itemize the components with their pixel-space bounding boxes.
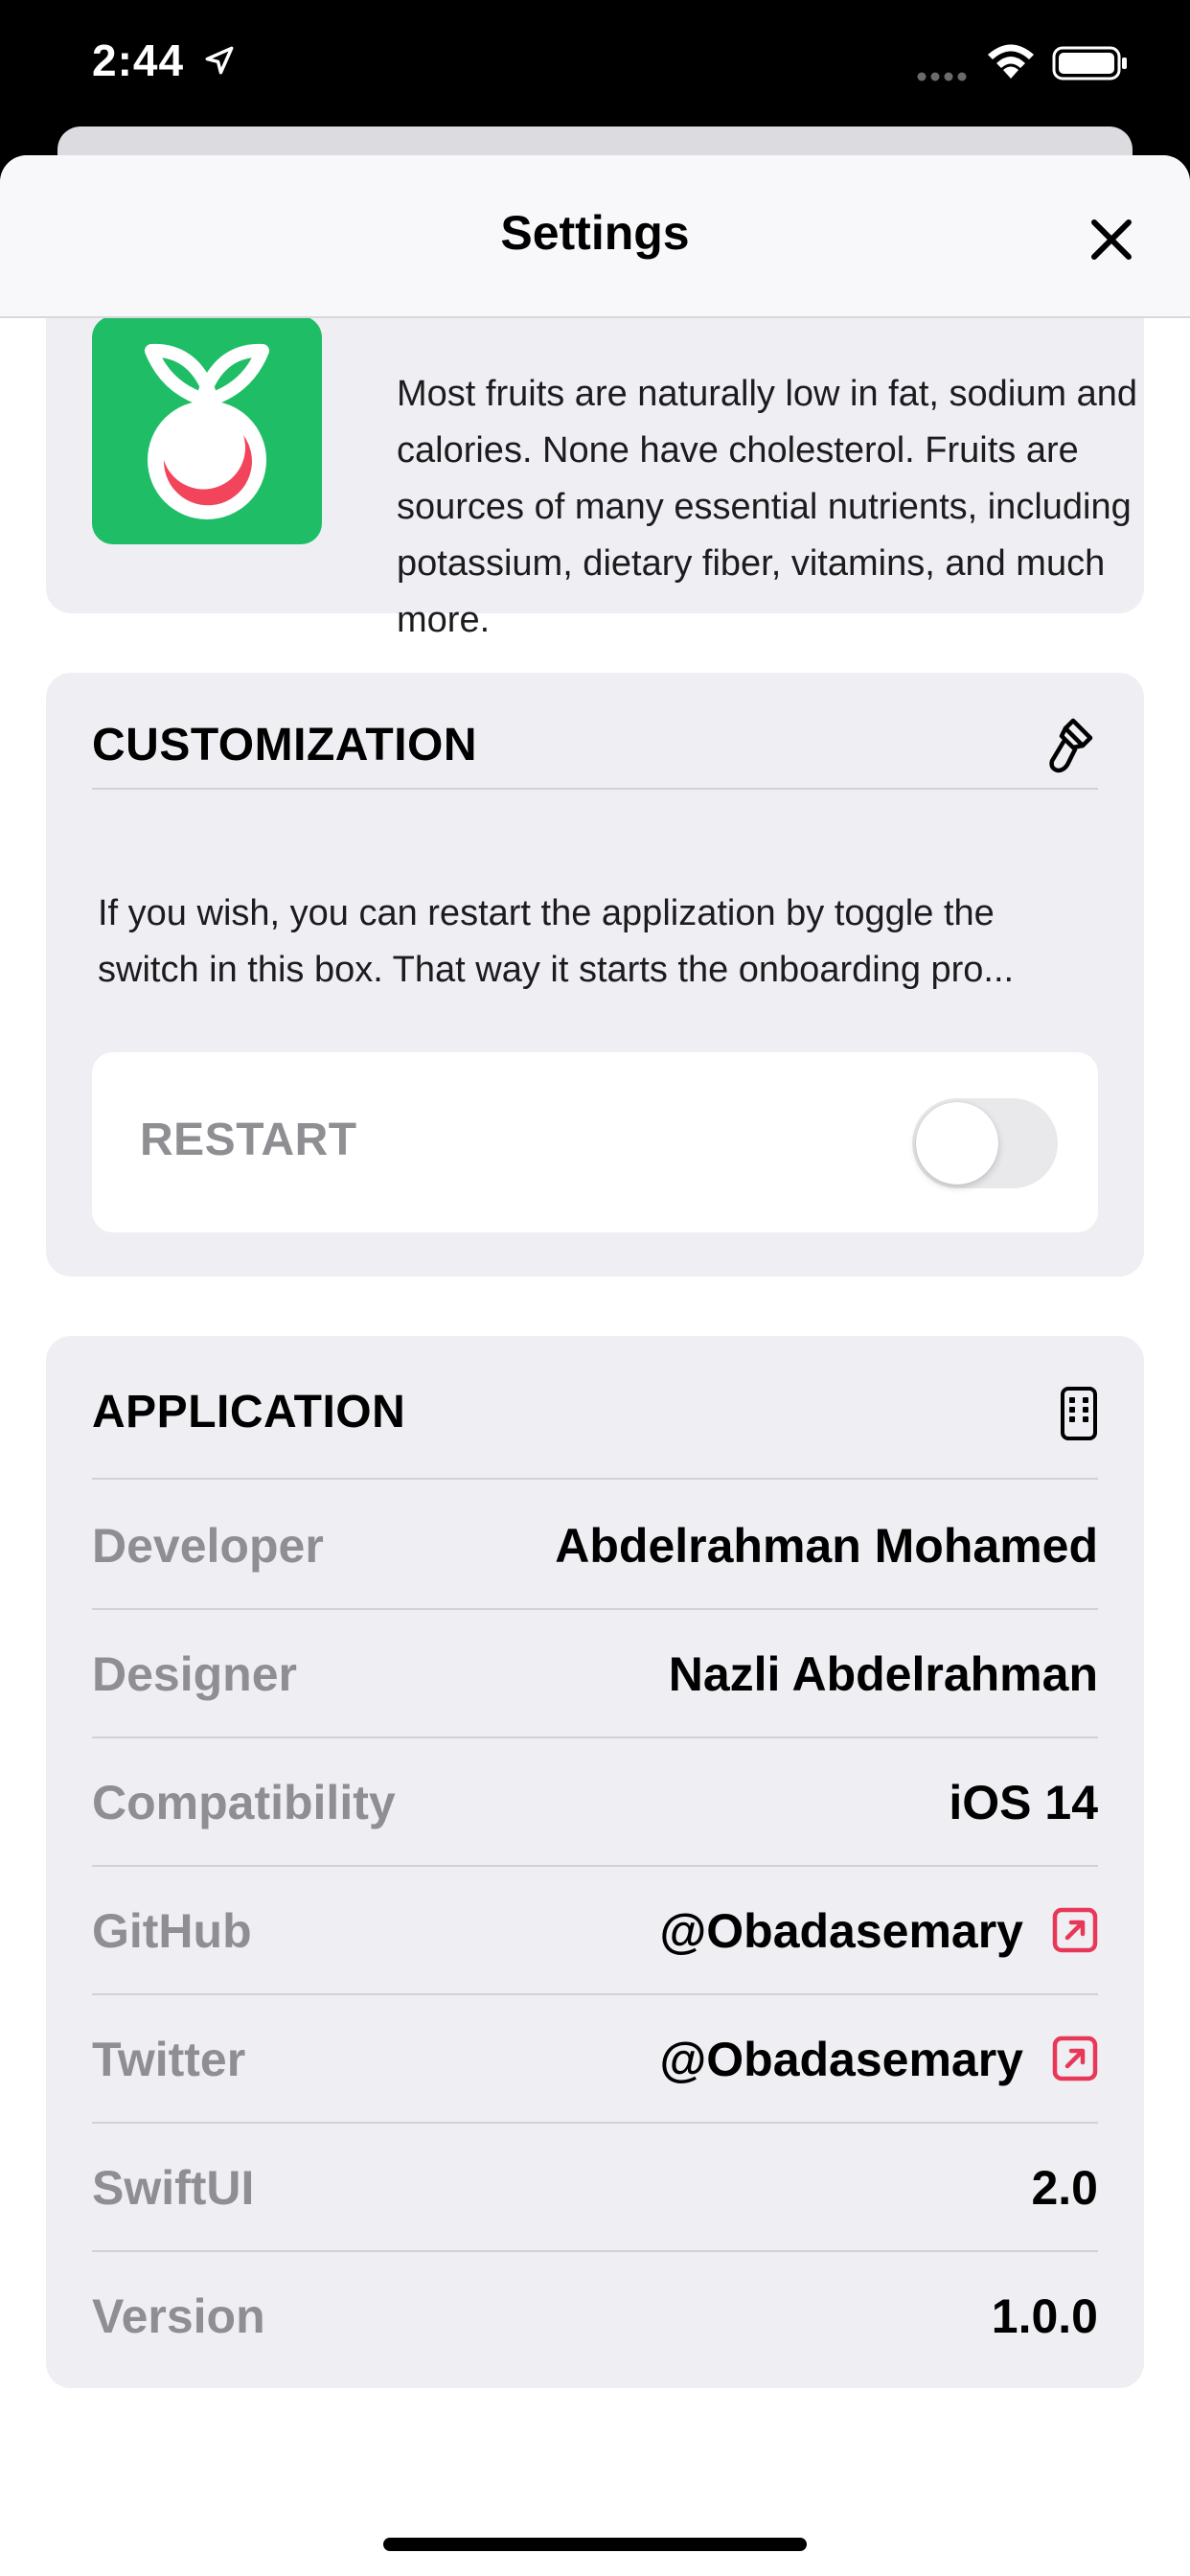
row-label: Version [92, 2289, 265, 2343]
application-header: APPLICATION [92, 1363, 1098, 1480]
battery-icon [1052, 46, 1127, 80]
row-value: iOS 14 [949, 1776, 1098, 1829]
row-label: SwiftUI [92, 2161, 255, 2215]
developer-row: Developer Abdelrahman Mohamed [92, 1480, 1098, 1610]
paintbrush-icon [1049, 718, 1093, 773]
github-row[interactable]: GitHub @Obadasemary [92, 1865, 1098, 1995]
restart-toggle[interactable] [912, 1098, 1058, 1188]
navigation-bar: Settings [0, 155, 1190, 318]
page-title: Settings [500, 206, 690, 260]
row-value: Nazli Abdelrahman [668, 1647, 1098, 1701]
about-description: Most fruits are naturally low in fat, so… [397, 374, 1138, 640]
close-button[interactable] [1083, 211, 1140, 268]
twitter-row[interactable]: Twitter @Obadasemary [92, 1993, 1098, 2124]
row-label: Designer [92, 1647, 297, 1701]
apps-iphone-icon [1061, 1387, 1097, 1440]
settings-sheet: Settings Most fruits are naturally low i… [0, 155, 1190, 2576]
designer-row: Designer Nazli Abdelrahman [92, 1608, 1098, 1738]
application-title: APPLICATION [92, 1387, 406, 1438]
compatibility-row: Compatibility iOS 14 [92, 1736, 1098, 1867]
row-label: Compatibility [92, 1776, 396, 1829]
row-value: Abdelrahman Mohamed [555, 1519, 1098, 1573]
fruit-logo-icon [92, 316, 322, 544]
restart-label: RESTART [140, 1115, 357, 1165]
version-row: Version 1.0.0 [92, 2250, 1098, 2379]
github-link[interactable]: @Obadasemary [660, 1903, 1024, 1959]
twitter-link[interactable]: @Obadasemary [660, 2032, 1024, 2087]
customization-description: If you wish, you can restart the appliza… [98, 886, 1113, 999]
external-link-icon[interactable] [1052, 2036, 1098, 2082]
wifi-icon [988, 44, 1034, 79]
customization-description-line2: switch in this box. That way it starts t… [98, 950, 1015, 990]
row-label: Twitter [92, 2033, 246, 2086]
customization-description-line1: If you wish, you can restart the appliza… [98, 893, 995, 933]
close-icon [1091, 219, 1132, 260]
status-bar: 2:44 [0, 0, 1190, 125]
application-box: APPLICATION Developer Abdelrahman Mohame [46, 1336, 1144, 2388]
location-arrow-icon [205, 46, 234, 75]
row-label: GitHub [92, 1904, 252, 1958]
customization-header: CUSTOMIZATION [92, 700, 1098, 790]
toggle-knob [916, 1102, 998, 1184]
customization-box: CUSTOMIZATION If you wish, you can resta… [46, 673, 1144, 1276]
restart-row: RESTART [92, 1052, 1098, 1232]
status-time: 2:44 [92, 35, 185, 85]
home-indicator[interactable] [383, 2538, 807, 2551]
settings-screen: 2:44 Settings Most fruits are naturally … [0, 0, 1190, 2576]
customization-title: CUSTOMIZATION [92, 720, 478, 770]
swiftui-row: SwiftUI 2.0 [92, 2122, 1098, 2252]
cellular-signal-icon [917, 72, 967, 81]
row-value: 1.0.0 [991, 2289, 1098, 2343]
external-link-icon[interactable] [1052, 1907, 1098, 1953]
row-label: Developer [92, 1519, 324, 1573]
row-value: 2.0 [1031, 2161, 1098, 2215]
